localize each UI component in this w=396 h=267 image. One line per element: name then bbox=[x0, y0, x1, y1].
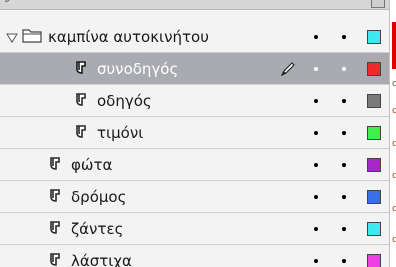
lock-toggle[interactable] bbox=[342, 227, 346, 231]
pencil-icon bbox=[280, 61, 296, 77]
stage-edge: c c c c c c bbox=[389, 0, 396, 267]
layer-row[interactable]: οδηγός bbox=[0, 85, 390, 117]
layer-name: φώτα bbox=[71, 156, 113, 174]
folder-icon bbox=[22, 27, 42, 43]
visibility-toggle[interactable] bbox=[314, 195, 318, 199]
layer-row[interactable]: φώτα bbox=[0, 149, 390, 181]
outline-color-swatch[interactable] bbox=[367, 190, 381, 204]
outline-color-swatch[interactable] bbox=[367, 62, 381, 76]
layer-name: συνοδηγός bbox=[97, 60, 179, 78]
expand-triangle-icon[interactable] bbox=[6, 29, 18, 43]
stage-mark: c bbox=[392, 204, 396, 214]
outline-color-swatch[interactable] bbox=[367, 158, 381, 172]
stage-mark: c bbox=[392, 106, 396, 116]
layer-page-icon bbox=[74, 92, 88, 108]
visibility-toggle[interactable] bbox=[314, 163, 318, 167]
layer-name: τιμόνι bbox=[97, 124, 144, 142]
visibility-toggle[interactable] bbox=[314, 259, 318, 263]
outline-color-swatch[interactable] bbox=[367, 222, 381, 236]
visibility-toggle[interactable] bbox=[314, 131, 318, 135]
outline-color-swatch[interactable] bbox=[367, 254, 381, 267]
stage-mark: c bbox=[392, 235, 396, 245]
layer-page-icon bbox=[48, 188, 62, 204]
layer-name: λάστιχα bbox=[71, 252, 132, 267]
visibility-toggle[interactable] bbox=[314, 227, 318, 231]
folder-label: καμπίνα αυτοκινήτου bbox=[48, 28, 209, 46]
layers-panel: » καμπίνα αυτοκινήτου συνοδηγός οδηγός τιμό… bbox=[0, 0, 396, 267]
layer-page-icon bbox=[48, 156, 62, 172]
layer-page-icon bbox=[74, 124, 88, 140]
lock-toggle[interactable] bbox=[342, 163, 346, 167]
stage-mark: c bbox=[392, 79, 396, 89]
outline-swatch-partial bbox=[371, 0, 385, 8]
layer-name: ζάντες bbox=[71, 220, 124, 238]
lock-toggle[interactable] bbox=[342, 131, 346, 135]
panel-header-strip: » bbox=[0, 0, 390, 10]
layer-page-icon bbox=[48, 220, 62, 236]
lock-toggle[interactable] bbox=[342, 35, 346, 39]
lock-toggle[interactable] bbox=[342, 67, 346, 71]
outline-color-swatch[interactable] bbox=[367, 30, 381, 44]
layer-row[interactable]: τιμόνι bbox=[0, 117, 390, 149]
outline-color-swatch[interactable] bbox=[367, 94, 381, 108]
layer-folder-row[interactable]: καμπίνα αυτοκινήτου bbox=[0, 21, 390, 53]
lock-toggle[interactable] bbox=[342, 195, 346, 199]
visibility-toggle[interactable] bbox=[314, 67, 318, 71]
visibility-toggle[interactable] bbox=[314, 35, 318, 39]
layer-row[interactable]: ζάντες bbox=[0, 213, 390, 245]
stage-mark: c bbox=[392, 139, 396, 149]
layer-name: οδηγός bbox=[97, 92, 152, 110]
layer-page-icon bbox=[74, 60, 88, 76]
layer-row[interactable]: λάστιχα bbox=[0, 245, 390, 267]
layer-row[interactable]: συνοδηγός bbox=[0, 53, 390, 85]
outline-color-swatch[interactable] bbox=[367, 126, 381, 140]
visibility-toggle[interactable] bbox=[314, 99, 318, 103]
lock-toggle[interactable] bbox=[342, 259, 346, 263]
layer-name: δρόμος bbox=[71, 188, 127, 206]
stage-red-shape bbox=[392, 22, 396, 69]
stage-mark: c bbox=[392, 171, 396, 181]
collapse-chevron-icon[interactable]: » bbox=[4, 0, 10, 6]
lock-toggle[interactable] bbox=[342, 99, 346, 103]
layer-page-icon bbox=[48, 252, 62, 267]
layer-row[interactable]: δρόμος bbox=[0, 181, 390, 213]
